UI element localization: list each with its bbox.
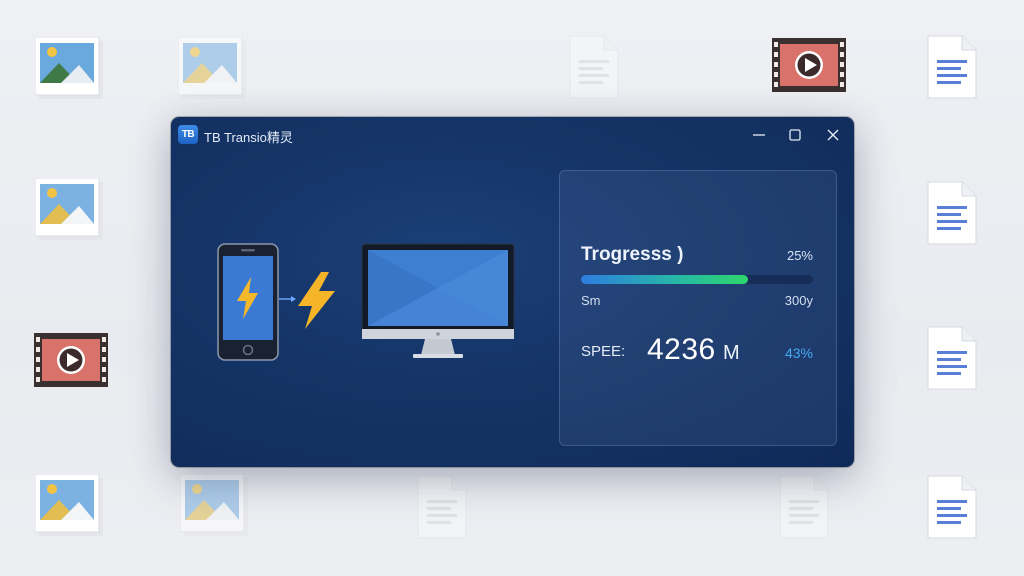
speed-percent: 43%	[784, 345, 813, 361]
document-icon	[416, 474, 468, 540]
progress-bar	[581, 275, 813, 284]
document-icon	[778, 474, 830, 540]
smartphone-icon	[217, 243, 279, 361]
transfer-window: TB TB Transio精灵 Trogresss) 25% Sm 300y …	[171, 117, 854, 467]
total-size: 300y	[784, 293, 813, 308]
document-icon	[926, 325, 978, 391]
progress-percent: 25%	[786, 248, 813, 263]
image-file-icon	[35, 37, 107, 103]
desktop-monitor-icon	[361, 243, 515, 358]
speed-label: SPEE:	[581, 343, 626, 360]
title-bar[interactable]: TB TB Transio精灵	[171, 117, 854, 151]
progress-label: Trogresss )	[581, 244, 684, 265]
video-play-icon	[568, 34, 620, 100]
lightning-bolt-icon	[279, 272, 335, 329]
app-logo: TB	[178, 125, 198, 144]
video-file-icon	[34, 333, 108, 387]
close-button[interactable]	[822, 124, 844, 146]
transfer-illustration	[171, 151, 551, 467]
document-icon	[926, 180, 978, 246]
maximize-button[interactable]	[784, 124, 806, 146]
maximize-icon	[789, 129, 801, 141]
close-icon	[827, 129, 839, 141]
image-file-icon	[178, 37, 250, 103]
speed-unit: M	[723, 342, 740, 364]
image-file-icon	[35, 474, 107, 540]
window-title: TB Transio精灵	[204, 130, 293, 145]
image-file-icon	[180, 474, 252, 540]
minimize-icon	[753, 134, 765, 136]
speed-value: 4236	[647, 333, 716, 366]
image-file-icon	[35, 178, 107, 244]
transferred-size: Sm	[581, 293, 601, 308]
document-icon	[926, 34, 978, 100]
minimize-button[interactable]	[748, 124, 770, 146]
video-file-icon	[772, 38, 846, 92]
progress-bar-fill	[581, 275, 749, 284]
progress-panel: Trogresss ) 25% Sm 300y SPEE: 4236 M 43%	[559, 170, 837, 446]
document-icon	[926, 474, 978, 540]
